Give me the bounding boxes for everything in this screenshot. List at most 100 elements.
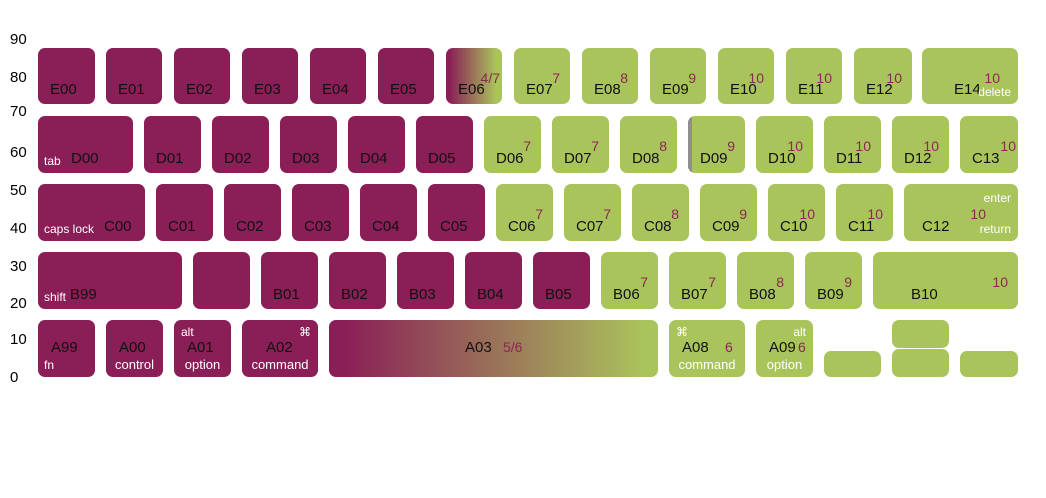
key-d12[interactable]: D12 10 (892, 116, 949, 173)
key-b08[interactable]: B08 8 (737, 252, 794, 309)
key-b06[interactable]: B06 7 (601, 252, 658, 309)
key-b02[interactable]: B02 (329, 252, 386, 309)
key-code-label: D00 (71, 150, 99, 167)
key-e00[interactable]: E00 (38, 48, 95, 104)
key-a01[interactable]: A01 alt option (174, 320, 231, 377)
key-c06[interactable]: C06 7 (496, 184, 553, 241)
key-c11[interactable]: C11 10 (836, 184, 893, 241)
key-d01[interactable]: D01 (144, 116, 201, 173)
key-c12[interactable]: C12 10 return enter (904, 184, 1018, 241)
key-e07[interactable]: E07 7 (514, 48, 570, 104)
key-arrow[interactable] (892, 349, 949, 377)
key-arrow[interactable] (892, 320, 949, 348)
key-a00[interactable]: A00 control (106, 320, 163, 377)
y-axis-label: 50 (10, 182, 27, 199)
finger-number: 9 (739, 206, 747, 222)
y-axis-label: 90 (10, 31, 27, 48)
key-b00[interactable]: B00 (193, 252, 250, 309)
home-row-marker (688, 116, 692, 173)
key-d00[interactable]: D00 tab (38, 116, 133, 173)
key-code-label: A03 (465, 339, 492, 356)
key-c13[interactable]: C13 10 (960, 116, 1018, 173)
key-arrow[interactable] (824, 351, 881, 377)
finger-number: 7 (603, 206, 611, 222)
key-e12[interactable]: E12 10 (854, 48, 912, 104)
key-d10[interactable]: D10 10 (756, 116, 813, 173)
key-b99[interactable]: B99 shift (38, 252, 182, 309)
key-code-label: B99 (70, 286, 97, 303)
finger-number: 8 (620, 70, 628, 86)
y-axis-label: 10 (10, 331, 27, 348)
key-e02[interactable]: E02 (174, 48, 230, 104)
y-axis-label: 0 (10, 369, 19, 386)
key-legend-bottom-left: fn (44, 358, 55, 372)
key-c04[interactable]: C04 (360, 184, 417, 241)
key-a08[interactable]: A08 6 ⌘ command (669, 320, 745, 377)
y-axis-label: 30 (10, 258, 27, 275)
key-c10[interactable]: C10 10 (768, 184, 825, 241)
key-code-label: C07 (576, 218, 604, 235)
key-code-label: D02 (224, 150, 252, 167)
y-axis-label: 20 (10, 295, 27, 312)
key-code-label: B08 (749, 286, 776, 303)
key-e01[interactable]: E01 (106, 48, 162, 104)
finger-number: 10 (867, 206, 883, 222)
key-d07[interactable]: D07 7 (552, 116, 609, 173)
key-code-label: B06 (613, 286, 640, 303)
finger-number: 7 (535, 206, 543, 222)
key-d11[interactable]: D11 10 (824, 116, 881, 173)
key-c09[interactable]: C09 9 (700, 184, 757, 241)
key-d04[interactable]: D04 (348, 116, 405, 173)
key-e08[interactable]: E08 8 (582, 48, 638, 104)
key-a09[interactable]: A09 6 alt option (756, 320, 813, 377)
key-b07[interactable]: B07 7 (669, 252, 726, 309)
key-c07[interactable]: C07 7 (564, 184, 621, 241)
key-e04[interactable]: E04 (310, 48, 366, 104)
key-c00[interactable]: C00 caps lock (38, 184, 145, 241)
key-code-label: C01 (168, 218, 196, 235)
key-d06[interactable]: D06 7 (484, 116, 541, 173)
finger-number: 10 (787, 138, 803, 154)
key-d05[interactable]: D05 (416, 116, 473, 173)
key-code-label: E08 (594, 81, 621, 98)
key-code-label: A08 (682, 339, 709, 356)
key-code-label: E00 (50, 81, 77, 98)
key-d08[interactable]: D08 8 (620, 116, 677, 173)
key-c02[interactable]: C02 (224, 184, 281, 241)
key-code-label: E09 (662, 81, 689, 98)
key-d03[interactable]: D03 (280, 116, 337, 173)
finger-number: 8 (659, 138, 667, 154)
key-b05[interactable]: B05 (533, 252, 590, 309)
key-b01[interactable]: B01 (261, 252, 318, 309)
key-c03[interactable]: C03 (292, 184, 349, 241)
key-a02[interactable]: A02 ⌘ command (242, 320, 318, 377)
finger-number: 8 (671, 206, 679, 222)
key-a03[interactable]: A03 5/6 (329, 320, 658, 377)
key-code-label: C03 (304, 218, 332, 235)
key-code-label: E07 (526, 81, 553, 98)
key-e06[interactable]: E06 4/7 (446, 48, 502, 104)
key-c01[interactable]: C01 (156, 184, 213, 241)
key-e03[interactable]: E03 (242, 48, 298, 104)
key-b03[interactable]: B03 (397, 252, 454, 309)
key-c05[interactable]: C05 (428, 184, 485, 241)
key-code-label: B01 (273, 286, 300, 303)
key-arrow[interactable] (960, 351, 1018, 377)
key-e09[interactable]: E09 9 (650, 48, 706, 104)
key-e11[interactable]: E11 10 (786, 48, 842, 104)
key-b09[interactable]: B09 9 (805, 252, 862, 309)
key-code-label: A02 (266, 339, 293, 356)
key-d02[interactable]: D02 (212, 116, 269, 173)
key-c08[interactable]: C08 8 (632, 184, 689, 241)
key-e05[interactable]: E05 (378, 48, 434, 104)
key-e14[interactable]: E14 10 delete (922, 48, 1018, 104)
key-b10[interactable]: B10 10 (873, 252, 1018, 309)
key-code-label: C04 (372, 218, 400, 235)
key-legend-bottom-left: shift (44, 290, 67, 304)
key-code-label: C05 (440, 218, 468, 235)
key-code-label: C00 (104, 218, 132, 235)
key-d09[interactable]: D09 9 (688, 116, 745, 173)
key-e10[interactable]: E10 10 (718, 48, 774, 104)
key-a99[interactable]: A99 fn (38, 320, 95, 377)
key-b04[interactable]: B04 (465, 252, 522, 309)
